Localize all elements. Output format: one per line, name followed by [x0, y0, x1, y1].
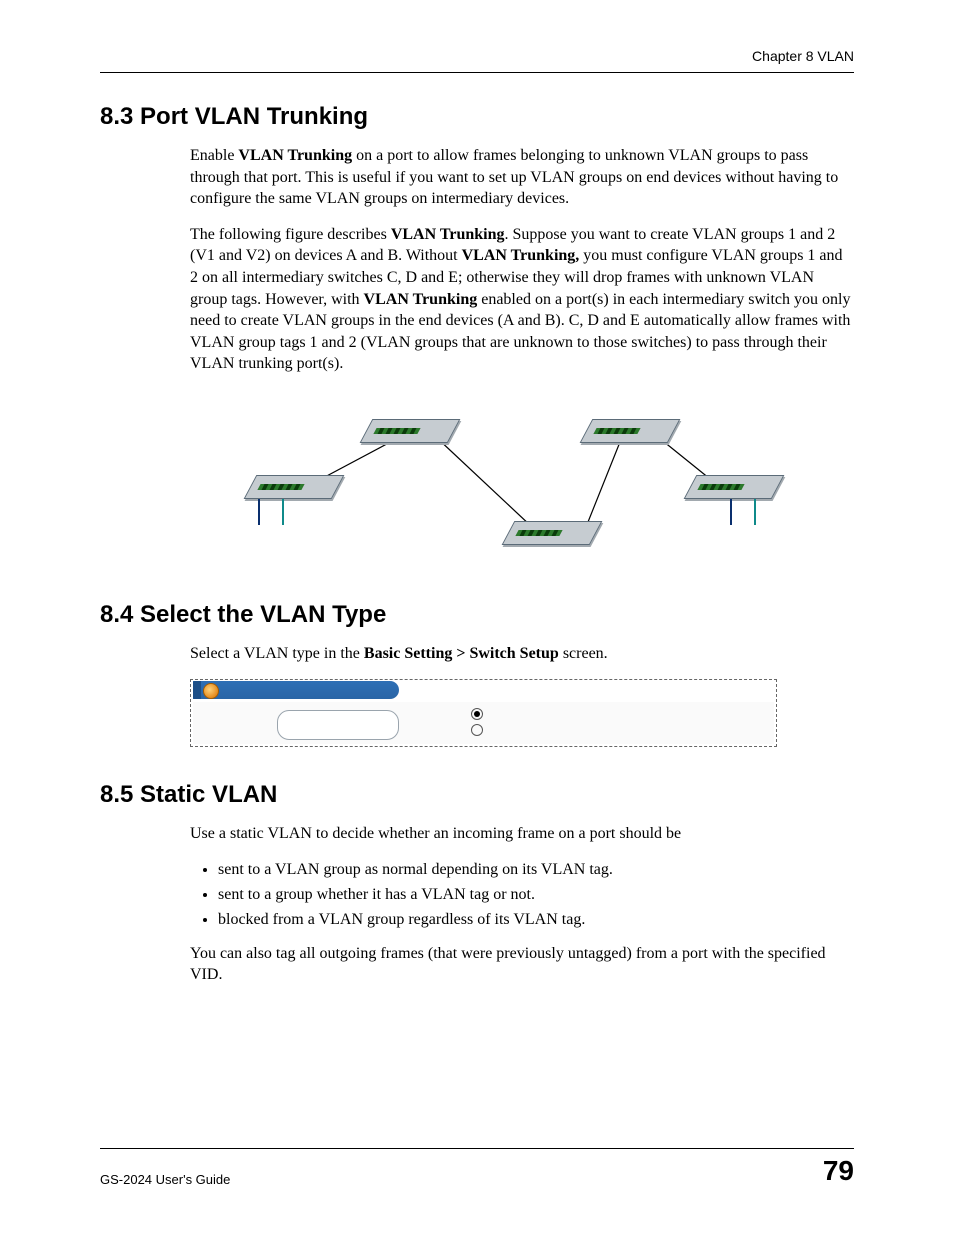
section-8-4-p1: Select a VLAN type in the Basic Setting …: [100, 643, 854, 665]
radio-port-based[interactable]: [471, 724, 487, 740]
text: Select a VLAN type in the: [190, 645, 364, 662]
text: Enable: [190, 147, 238, 164]
radio-icon: [471, 708, 483, 720]
switch-icon: [244, 475, 345, 499]
text-bold: VLAN Trunking: [364, 291, 478, 308]
radio-8021q[interactable]: [471, 708, 487, 724]
switch-icon: [360, 419, 461, 443]
section-8-5-p2: You can also tag all outgoing frames (th…: [100, 943, 854, 986]
switch-icon: [502, 521, 603, 545]
list-item: sent to a VLAN group as normal depending…: [218, 858, 854, 883]
figure-29-diagram: [190, 389, 790, 579]
port-line: [754, 499, 756, 525]
text: screen.: [559, 645, 608, 662]
figure-30-screenshot: [190, 679, 777, 747]
section-8-5-bullets: sent to a VLAN group as normal depending…: [100, 858, 854, 932]
section-8-3-heading: 8.3 Port VLAN Trunking: [100, 103, 854, 131]
section-8-5-p1: Use a static VLAN to decide whether an i…: [100, 823, 854, 845]
port-line: [730, 499, 732, 525]
header-divider: [100, 72, 854, 73]
page-number: 79: [823, 1155, 854, 1187]
port-line: [282, 499, 284, 525]
footer-guide: GS-2024 User's Guide: [100, 1172, 230, 1187]
text-bold: VLAN Trunking: [238, 147, 352, 164]
page-footer: GS-2024 User's Guide 79: [100, 1148, 854, 1187]
text-bold: Basic Setting > Switch Setup: [364, 645, 559, 662]
section-8-4-heading: 8.4 Select the VLAN Type: [100, 601, 854, 629]
switch-icon: [580, 419, 681, 443]
section-8-3-p1: Enable VLAN Trunking on a port to allow …: [100, 145, 854, 210]
radio-icon: [471, 724, 483, 736]
section-8-3-p2: The following figure describes VLAN Trun…: [100, 224, 854, 375]
footer-divider: [100, 1148, 854, 1149]
text: The following figure describes: [190, 226, 391, 243]
text-bold: VLAN Trunking: [391, 226, 505, 243]
vlan-type-options: [471, 708, 487, 740]
list-item: sent to a group whether it has a VLAN ta…: [218, 883, 854, 908]
switch-icon: [684, 475, 785, 499]
text-bold: VLAN Trunking,: [462, 247, 580, 264]
list-item: blocked from a VLAN group regardless of …: [218, 908, 854, 933]
section-8-5-heading: 8.5 Static VLAN: [100, 781, 854, 809]
vlan-type-label: [277, 710, 399, 740]
port-line: [258, 499, 260, 525]
tab-edge-icon: [193, 681, 201, 699]
switch-setup-tab[interactable]: [193, 681, 399, 699]
chapter-header: Chapter 8 VLAN: [100, 48, 854, 64]
